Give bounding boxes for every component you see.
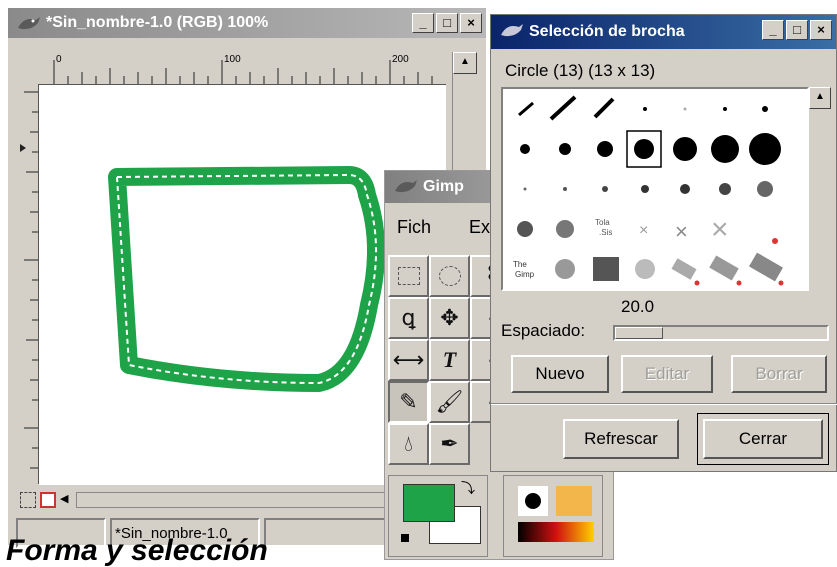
ruler-mark-100: 100: [224, 54, 241, 65]
scroll-up-button[interactable]: ▲: [809, 87, 831, 109]
brush-dialog-title: Selección de brocha: [529, 23, 685, 40]
brush-thumbnails: Tola .Sis × × × The Gimp: [513, 95, 784, 286]
color-area: ⤵: [388, 475, 488, 557]
edit-brush-button[interactable]: Editar: [621, 355, 713, 393]
caption: Forma y selección: [6, 534, 268, 567]
paintbrush-icon: 🖌︎: [435, 389, 464, 414]
active-brush-preview[interactable]: [518, 486, 548, 516]
refresh-button[interactable]: Refrescar: [563, 419, 679, 459]
menu-fichero[interactable]: Fich: [397, 217, 431, 238]
spacing-slider[interactable]: [613, 325, 829, 341]
rect-select-icon: [397, 267, 420, 285]
horizontal-ruler-ticks: [53, 60, 433, 84]
ruler-mark-200: 200: [392, 54, 409, 65]
image-window-title: *Sin_nombre-1.0 (RGB) 100%: [46, 14, 269, 31]
spacing-slider-handle[interactable]: [615, 327, 663, 339]
minimize-button[interactable]: _: [762, 20, 784, 40]
text-tool[interactable]: T: [429, 339, 470, 381]
close-dialog-button[interactable]: Cerrar: [703, 419, 823, 459]
ink-icon: ✒: [440, 431, 459, 456]
svg-text:×: ×: [675, 219, 688, 244]
text-icon: T: [442, 347, 457, 372]
svg-text:×: ×: [639, 222, 648, 239]
maximize-button[interactable]: □: [786, 20, 808, 40]
spacing-value: 20.0: [621, 297, 655, 316]
pencil-tool[interactable]: ✎: [388, 381, 429, 423]
swap-colors-icon[interactable]: ⤵: [461, 478, 475, 498]
brush-grid[interactable]: Tola .Sis × × × The Gimp: [501, 87, 809, 291]
move-tool[interactable]: ✥: [429, 297, 470, 339]
paintbrush-tool[interactable]: 🖌︎: [429, 381, 470, 423]
quickmask-on-icon[interactable]: [40, 492, 56, 508]
gimp-wilber-icon: [501, 24, 523, 37]
delete-brush-button[interactable]: Borrar: [731, 355, 827, 393]
rect-select-tool[interactable]: [388, 255, 429, 297]
svg-text:Gimp: Gimp: [515, 270, 535, 279]
flip-icon: ⟷: [392, 347, 425, 372]
svg-text:×: ×: [711, 213, 729, 246]
paths-icon: ꝗ: [401, 305, 416, 330]
gimp-wilber-icon: [395, 180, 417, 193]
ellipse-select-icon: [438, 266, 461, 286]
toolbox-title: Gimp: [423, 178, 464, 195]
brush-pattern-gradient-area: [503, 475, 603, 557]
dialog-separator: [491, 403, 837, 405]
brush-name-label: Circle (13) (13 x 13): [505, 61, 656, 80]
foreground-color-front: [403, 484, 455, 522]
scroll-up-button[interactable]: ▲: [453, 52, 477, 74]
scroll-left-button[interactable]: ◀: [60, 492, 74, 508]
active-gradient-preview[interactable]: [518, 522, 594, 542]
brush-dialog-titlebar[interactable]: Selección de brocha _ □ ×: [491, 15, 836, 49]
drop-icon: 💧︎: [404, 431, 413, 456]
image-window-titlebar[interactable]: *Sin_nombre-1.0 (RGB) 100% _ □ ×: [8, 8, 486, 38]
brush-selection-dialog: Selección de brocha _ □ × Circle (13) (1…: [490, 14, 837, 472]
blur-tool[interactable]: 💧︎: [388, 423, 429, 465]
horizontal-ruler: 0 100 200: [38, 52, 446, 85]
new-brush-button[interactable]: Nuevo: [511, 355, 609, 393]
default-colors-icon[interactable]: [401, 534, 409, 542]
flip-tool[interactable]: ⟷: [388, 339, 429, 381]
svg-text:The: The: [513, 260, 527, 269]
minimize-button[interactable]: _: [412, 13, 434, 33]
pencil-icon: ✎: [399, 389, 418, 414]
paths-tool[interactable]: ꝗ: [388, 297, 429, 339]
maximize-button[interactable]: □: [436, 13, 458, 33]
quickmask-off-icon[interactable]: [20, 492, 36, 508]
ellipse-select-tool[interactable]: [429, 255, 470, 297]
svg-text:.Sis: .Sis: [599, 228, 612, 237]
ruler-mark-0: 0: [56, 54, 62, 65]
brush-grid-scrollbar[interactable]: ▲: [809, 87, 833, 291]
vertical-ruler: [16, 84, 39, 484]
close-button[interactable]: ×: [460, 13, 482, 33]
move-icon: ✥: [440, 305, 459, 330]
gimp-wilber-icon: [18, 17, 40, 30]
close-button[interactable]: ×: [810, 20, 832, 40]
active-pattern-preview[interactable]: [556, 486, 592, 516]
menu-exts[interactable]: Ex: [469, 217, 490, 238]
spacing-label: Espaciado:: [501, 321, 586, 340]
ink-tool[interactable]: ✒: [429, 423, 470, 465]
svg-text:Tola: Tola: [595, 218, 610, 227]
